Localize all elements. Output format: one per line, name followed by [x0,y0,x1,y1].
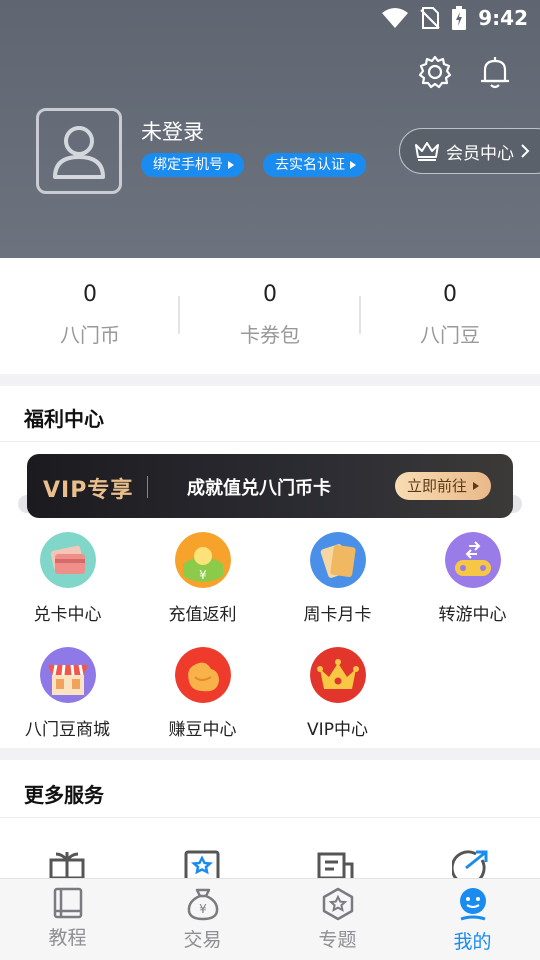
stat-value: 0 [83,282,97,307]
chevron-right-icon [521,144,530,158]
settings-gear-icon[interactable] [417,54,453,90]
svg-text:¥: ¥ [199,902,207,916]
grid-item-card-exchange[interactable]: 兑卡中心 [0,532,135,625]
book-icon [53,887,82,919]
user-placeholder-icon [53,126,105,179]
section-title: 福利中心 [24,407,104,431]
play-arrow-icon [350,161,356,169]
banner-slogan: 成就值兑八门币卡 [187,478,331,499]
divider [0,817,540,818]
notification-bell-icon[interactable] [477,54,513,90]
divider [0,441,540,442]
vip-promo-banner[interactable]: VIP专享 成就值兑八门币卡 立即前往 [27,454,513,518]
crown-icon [415,142,439,161]
avatar[interactable] [36,108,122,194]
welfare-center-section: 福利中心 VIP专享 成就值兑八门币卡 立即前往 兑卡中心 ¥ 充值返利 周卡月… [0,386,540,748]
tab-label: 我的 [453,931,492,953]
status-bar: 9:42 [0,0,540,36]
grid-item-label: 周卡月卡 [303,605,372,625]
grid-item-recharge-rebate[interactable]: ¥ 充值返利 [135,532,270,625]
stat-coupon-wallet[interactable]: 0 卡券包 [180,282,360,348]
stat-value: 0 [263,282,277,307]
stat-label: 八门豆 [420,323,480,347]
real-name-auth-button[interactable]: 去实名认证 [263,153,366,177]
stat-value: 0 [443,282,457,307]
wallet-stats: 0 八门币 0 卡券包 0 八门豆 [0,258,540,374]
divider [147,476,148,498]
battery-charging-icon [452,6,467,30]
grid-item-week-month-card[interactable]: 周卡月卡 [270,532,405,625]
no-sim-icon [420,7,440,29]
grid-item-label: 八门豆商城 [25,720,110,740]
go-now-label: 立即前往 [406,477,467,495]
svg-text:¥: ¥ [199,568,207,582]
user-face-icon [459,888,486,921]
grid-item-game-transfer[interactable]: 转游中心 [405,532,540,625]
tab-trade[interactable]: ¥ 交易 [135,887,270,952]
more-services-section: 更多服务 [0,760,540,880]
stat-bamen-bean[interactable]: 0 八门豆 [360,282,540,348]
section-title: 更多服务 [24,783,104,807]
game-transfer-icon [444,532,501,588]
tab-label: 专题 [318,929,357,951]
vip-center-label: 会员中心 [446,143,514,164]
grid-item-bean-mall[interactable]: 八门豆商城 [0,647,135,740]
tab-mine[interactable]: 我的 [405,887,540,954]
card-exchange-icon [39,532,96,588]
vip-crown-icon [309,647,366,703]
tab-label: 交易 [183,929,222,951]
stat-bamen-coin[interactable]: 0 八门币 [0,282,180,348]
grid-item-label: 充值返利 [168,605,237,625]
grid-item-vip-center[interactable]: VIP中心 [270,647,405,740]
go-now-button[interactable]: 立即前往 [394,472,491,500]
bottom-navigation: 教程 ¥ 交易 专题 我的 [0,878,540,960]
play-arrow-icon [228,161,234,169]
earn-beans-icon [174,647,231,703]
login-status-text[interactable]: 未登录 [141,116,204,146]
bean-mall-icon [39,647,96,703]
play-arrow-icon [473,482,479,490]
grid-item-earn-beans[interactable]: 赚豆中心 [135,647,270,740]
vip-center-button[interactable]: 会员中心 [399,128,540,174]
tab-label: 教程 [48,927,87,949]
gift-icon[interactable] [48,852,86,878]
grid-item-label: 转游中心 [438,605,507,625]
week-month-card-icon [309,532,366,588]
stat-label: 卡券包 [240,323,300,347]
star-hexagon-icon [322,887,353,921]
document-icon[interactable] [316,852,356,878]
share-arrow-icon[interactable] [452,850,490,878]
bind-phone-label: 绑定手机号 [153,157,223,173]
grid-item-label: 赚豆中心 [168,720,237,740]
grid-item-label: 兑卡中心 [33,605,102,625]
star-card-icon[interactable] [184,850,220,878]
money-bag-icon: ¥ [187,888,218,921]
tab-tutorial[interactable]: 教程 [0,887,135,950]
profile-header: 9:42 未登录 绑定手机号 去实名认证 会员中心 [0,0,540,258]
grid-item-label: VIP中心 [307,720,368,740]
tab-topics[interactable]: 专题 [270,887,405,952]
real-name-auth-label: 去实名认证 [275,157,345,173]
banner-tag: VIP专享 [43,478,134,503]
status-time: 9:42 [478,6,528,30]
recharge-rebate-icon: ¥ [174,532,231,588]
bind-phone-button[interactable]: 绑定手机号 [141,153,244,177]
wifi-icon [382,8,409,28]
stat-label: 八门币 [60,323,120,347]
